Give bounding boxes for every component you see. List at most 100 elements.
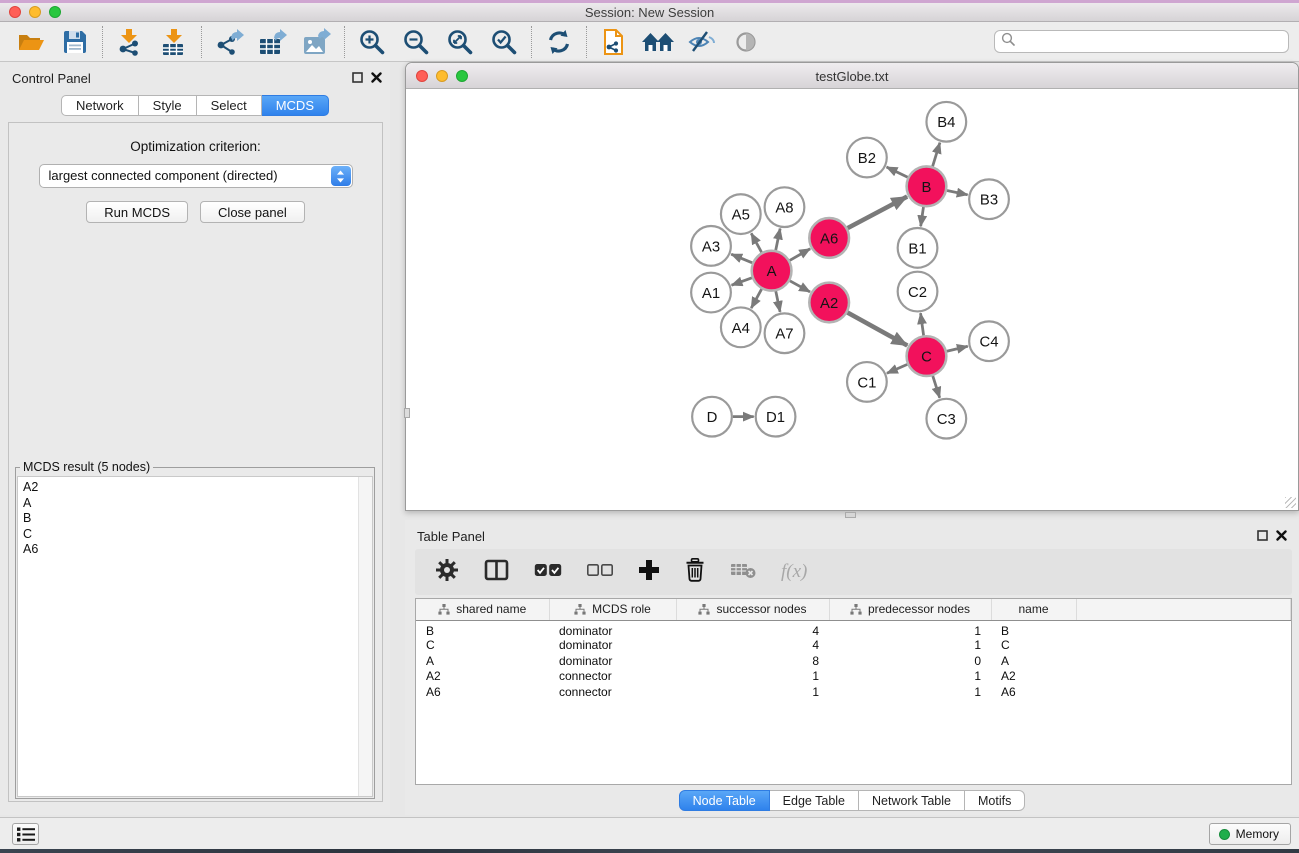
save-session-icon[interactable] (58, 25, 92, 59)
edge-B-B1[interactable] (921, 207, 924, 226)
edge-A-A4[interactable] (751, 289, 761, 308)
column-layout-icon[interactable] (484, 559, 509, 586)
graph-node-A[interactable]: A (752, 251, 792, 291)
search-field[interactable] (994, 30, 1289, 53)
cell-predecessor_nodes[interactable]: 1 (829, 620, 991, 638)
graph-node-B2[interactable]: B2 (847, 138, 887, 178)
new-session-from-network-icon[interactable] (597, 25, 631, 59)
cell-shared_name[interactable]: A (416, 653, 549, 669)
settings-gear-icon[interactable] (435, 558, 459, 587)
column-header-name[interactable]: name (991, 599, 1076, 620)
import-table-icon[interactable] (157, 25, 191, 59)
close-panel-button[interactable]: Close panel (200, 201, 305, 223)
memory-button[interactable]: Memory (1209, 823, 1291, 845)
table-row[interactable]: Adominator80A (416, 653, 1291, 669)
edge-A-A3[interactable] (731, 254, 752, 263)
edge-A-A1[interactable] (732, 278, 752, 285)
cell-successor_nodes[interactable]: 4 (676, 620, 829, 638)
scrollbar[interactable] (358, 477, 372, 796)
cell-name[interactable]: A (991, 653, 1076, 669)
cell-shared_name[interactable]: A2 (416, 669, 549, 685)
edge-C-C3[interactable] (933, 376, 940, 398)
cell-predecessor_nodes[interactable]: 0 (829, 653, 991, 669)
tab-mcds[interactable]: MCDS (262, 95, 329, 116)
mcds-result-item[interactable]: A6 (23, 542, 372, 558)
cell-successor_nodes[interactable]: 1 (676, 669, 829, 685)
close-panel-icon[interactable] (1275, 529, 1288, 542)
horizontal-divider-grip[interactable] (845, 512, 856, 518)
graph-node-A2[interactable]: A2 (809, 283, 849, 323)
table-row[interactable]: Cdominator41C (416, 638, 1291, 654)
add-column-icon[interactable] (638, 559, 660, 586)
cell-mcds_role[interactable]: connector (549, 684, 676, 700)
table-row[interactable]: A2connector11A2 (416, 669, 1291, 685)
cell-name[interactable]: A6 (991, 684, 1076, 700)
graph-node-B[interactable]: B (907, 166, 947, 206)
split-divider-grip[interactable] (404, 408, 410, 418)
resize-grip-icon[interactable] (1285, 497, 1296, 508)
export-network-icon[interactable] (212, 25, 246, 59)
cell-predecessor_nodes[interactable]: 1 (829, 669, 991, 685)
show-graphics-details-icon[interactable] (729, 25, 763, 59)
mcds-result-item[interactable]: A2 (23, 480, 372, 496)
edge-A-A7[interactable] (776, 291, 780, 312)
home-icon[interactable] (641, 25, 675, 59)
tab-network-table[interactable]: Network Table (859, 790, 965, 811)
graph-node-C[interactable]: C (907, 336, 947, 376)
cell-mcds_role[interactable]: dominator (549, 653, 676, 669)
zoom-selected-icon[interactable] (487, 25, 521, 59)
export-table-icon[interactable] (256, 25, 290, 59)
cell-shared_name[interactable]: B (416, 620, 549, 638)
cell-shared_name[interactable]: C (416, 638, 549, 654)
edge-B-B2[interactable] (887, 167, 908, 177)
open-folder-icon[interactable] (14, 25, 48, 59)
tab-select[interactable]: Select (197, 95, 262, 116)
cell-predecessor_nodes[interactable]: 1 (829, 638, 991, 654)
edge-C-C4[interactable] (947, 346, 968, 351)
hide-all-columns-icon[interactable] (587, 563, 613, 581)
graph-node-A6[interactable]: A6 (809, 218, 849, 258)
float-panel-icon[interactable] (1256, 529, 1269, 542)
column-header-predecessor-nodes[interactable]: predecessor nodes (829, 599, 991, 620)
cell-mcds_role[interactable]: connector (549, 669, 676, 685)
graph-node-A4[interactable]: A4 (721, 307, 761, 347)
cell-name[interactable]: B (991, 620, 1076, 638)
mcds-result-item[interactable]: C (23, 527, 372, 543)
delete-table-icon[interactable] (730, 561, 756, 584)
cell-successor_nodes[interactable]: 4 (676, 638, 829, 654)
refresh-icon[interactable] (542, 25, 576, 59)
graph-node-C3[interactable]: C3 (926, 399, 966, 439)
table-row[interactable]: Bdominator41B (416, 620, 1291, 638)
edge-C-C1[interactable] (887, 364, 907, 373)
graph-node-B3[interactable]: B3 (969, 179, 1009, 219)
network-canvas[interactable]: AA1A2A3A4A5A6A7A8BB1B2B3B4CC1C2C3C4DD1 (406, 90, 1298, 510)
table-row[interactable]: A6connector11A6 (416, 684, 1291, 700)
search-input[interactable] (1019, 33, 1288, 51)
close-panel-icon[interactable] (370, 71, 383, 84)
edge-A6-B[interactable] (848, 197, 908, 229)
cell-predecessor_nodes[interactable]: 1 (829, 684, 991, 700)
edge-A2-C[interactable] (847, 313, 907, 346)
node-table[interactable]: shared nameMCDS rolesuccessor nodesprede… (415, 598, 1292, 785)
graph-node-A1[interactable]: A1 (691, 273, 731, 313)
cell-successor_nodes[interactable]: 1 (676, 684, 829, 700)
optimization-criterion-select[interactable]: largest connected component (directed) (39, 164, 353, 188)
tab-style[interactable]: Style (139, 95, 197, 116)
export-image-icon[interactable] (300, 25, 334, 59)
edge-B-B3[interactable] (947, 191, 968, 195)
tab-edge-table[interactable]: Edge Table (770, 790, 859, 811)
edge-B-B4[interactable] (933, 143, 940, 167)
cell-shared_name[interactable]: A6 (416, 684, 549, 700)
function-builder-icon[interactable]: f(x) (781, 561, 807, 583)
graph-node-A5[interactable]: A5 (721, 194, 761, 234)
float-panel-icon[interactable] (351, 71, 364, 84)
tab-node-table[interactable]: Node Table (679, 790, 770, 811)
graph-node-A3[interactable]: A3 (691, 226, 731, 266)
edge-A-A8[interactable] (776, 229, 780, 251)
graph-node-B4[interactable]: B4 (926, 102, 966, 142)
column-header-mcds-role[interactable]: MCDS role (549, 599, 676, 620)
run-mcds-button[interactable]: Run MCDS (86, 201, 188, 223)
graph-node-D1[interactable]: D1 (756, 397, 796, 437)
edge-A-A2[interactable] (790, 281, 810, 292)
column-header-successor-nodes[interactable]: successor nodes (676, 599, 829, 620)
